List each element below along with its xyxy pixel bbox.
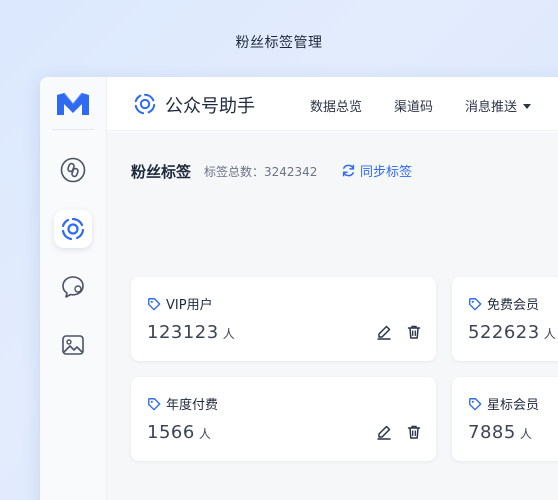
link-icon: [60, 157, 86, 183]
sync-tags-button[interactable]: 同步标签: [341, 161, 412, 180]
tag-icon: [148, 397, 161, 410]
tag-card-name-text: VIP用户: [166, 298, 213, 313]
tag-card-name: 年度付费: [147, 394, 218, 413]
tag-card-name: 免费会员: [468, 294, 539, 313]
tag-card-count-value: 123123: [147, 322, 219, 343]
tag-card-name-text: 年度付费: [166, 398, 219, 413]
total-tags-count: 标签总数：3242342: [204, 165, 318, 179]
app-window: 公众号助手 数据总览 渠道码 消息推送 粉丝标签 标签总数：3242342 同步…: [40, 77, 558, 500]
trash-icon[interactable]: [406, 424, 422, 440]
tag-card-name-text: 免费会员: [487, 298, 540, 313]
tag-card-name-text: 星标会员: [487, 398, 540, 413]
tag-card-count: 1566 人: [147, 422, 211, 443]
sync-tags-label: 同步标签: [360, 165, 413, 180]
tag-card-name: 星标会员: [468, 394, 539, 413]
edit-icon[interactable]: [376, 324, 392, 340]
tag-card-count-value: 1566: [147, 422, 195, 443]
tag-card[interactable]: 年度付费 1566 人: [131, 377, 436, 461]
section-title: 粉丝标签: [131, 163, 192, 181]
tag-card-actions: [376, 424, 422, 440]
top-header: 公众号助手 数据总览 渠道码 消息推送: [107, 77, 558, 131]
tag-card-unit: 人: [198, 427, 212, 441]
tag-card[interactable]: VIP用户 123123 人: [131, 277, 436, 361]
tag-card-count: 7885 人: [468, 422, 532, 443]
sidebar: [40, 77, 107, 500]
tag-card[interactable]: 星标会员 7885 人: [452, 377, 558, 461]
tag-card-unit: 人: [519, 427, 533, 441]
main-content: 粉丝标签 标签总数：3242342 同步标签 VIP用户 123123 人 免费…: [107, 132, 558, 500]
sidebar-item-assistant[interactable]: [54, 210, 92, 248]
tag-card-name: VIP用户: [147, 294, 213, 313]
nav-data-overview[interactable]: 数据总览: [310, 96, 362, 115]
tag-icon: [148, 297, 161, 310]
tag-card[interactable]: 免费会员 522623 人: [452, 277, 558, 361]
sidebar-item-image[interactable]: [54, 326, 92, 364]
tag-card-unit: 人: [222, 327, 236, 341]
tag-card-unit: 人: [543, 327, 557, 341]
sidebar-item-link[interactable]: [54, 151, 92, 189]
tag-card-count: 522623 人: [468, 322, 556, 343]
nav-message-push[interactable]: 消息推送: [465, 96, 532, 115]
nav-channel-code[interactable]: 渠道码: [394, 96, 433, 115]
page-caption: 粉丝标签管理: [235, 35, 323, 51]
image-icon: [62, 335, 84, 355]
refresh-icon: [342, 164, 355, 177]
spiral-logo-icon: [134, 93, 156, 115]
tag-icon: [469, 397, 482, 410]
sidebar-item-chat[interactable]: [54, 268, 92, 306]
edit-icon[interactable]: [376, 424, 392, 440]
tag-icon: [469, 297, 482, 310]
m-logo-icon[interactable]: [55, 91, 91, 117]
nav-message-push-label: 消息推送: [465, 100, 518, 115]
caret-down-icon: [523, 104, 532, 109]
tag-card-count-value: 7885: [468, 422, 516, 443]
tag-card-count: 123123 人: [147, 322, 235, 343]
sidebar-divider: [52, 129, 94, 130]
tag-card-count-value: 522623: [468, 322, 540, 343]
spiral-logo-icon: [61, 217, 85, 241]
chat-bubble-icon: [62, 276, 84, 298]
trash-icon[interactable]: [406, 324, 422, 340]
app-title: 公众号助手: [165, 96, 255, 117]
tag-card-actions: [376, 324, 422, 340]
